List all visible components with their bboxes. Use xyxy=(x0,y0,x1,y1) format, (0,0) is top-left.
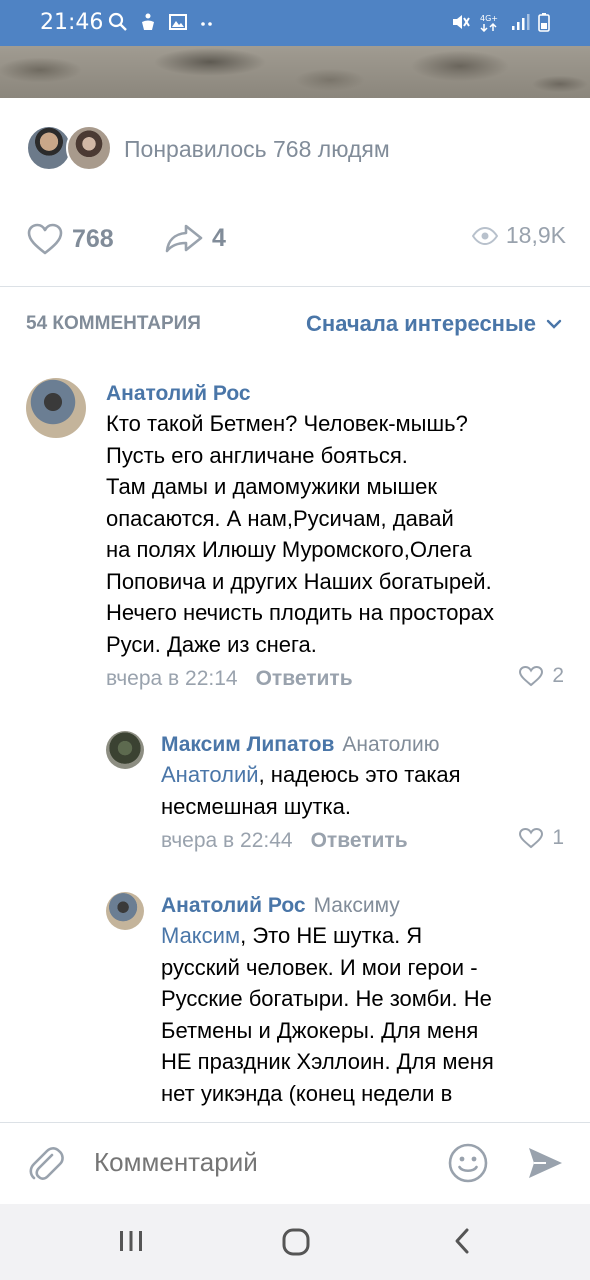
comment-time: вчера в 22:14 xyxy=(106,667,238,690)
like-button[interactable]: 768 xyxy=(26,222,114,256)
status-time: 21:46 xyxy=(40,10,104,35)
comment-line: Поповича и других Наших богатырей. xyxy=(106,568,492,594)
liked-by-row[interactable]: Понравилось 768 людям xyxy=(26,124,390,174)
comment-line: Там дамы и дамомужики мышек xyxy=(106,474,437,499)
status-right-icons: 4G+ xyxy=(450,12,550,33)
comment-composer xyxy=(0,1122,590,1204)
comment-like-button[interactable]: 2 xyxy=(518,664,564,688)
heart-icon xyxy=(27,223,63,255)
image-icon xyxy=(168,12,188,32)
comment-line: НЕ праздник Хэллоин. Для меня xyxy=(161,1049,494,1074)
recent-apps-icon[interactable] xyxy=(116,1226,146,1261)
comment-text: Анатолий, надеюсь это такая несмешная шу… xyxy=(161,759,564,822)
like-count: 768 xyxy=(72,224,114,253)
comment-line-rest: , надеюсь это такая xyxy=(258,762,461,787)
comment-time: вчера в 22:44 xyxy=(161,829,293,852)
share-count: 4 xyxy=(212,223,226,252)
share-icon xyxy=(165,224,203,253)
comment-line: несмешная шутка. xyxy=(161,793,351,819)
comment-line: Нечего нечисть плодить на просторах xyxy=(106,600,494,625)
sort-dropdown[interactable]: Сначала интересные xyxy=(306,311,562,337)
status-left-icons xyxy=(108,12,218,32)
sort-label: Сначала интересные xyxy=(306,311,536,336)
home-icon[interactable] xyxy=(280,1226,312,1263)
divider xyxy=(0,286,590,287)
avatar[interactable] xyxy=(106,892,144,930)
views-count: 18,9K xyxy=(505,222,566,248)
post-photo[interactable]: 21:46 4G+ xyxy=(0,0,590,98)
comment-line: Максим, Это НЕ шутка. Я xyxy=(161,920,564,952)
heart-icon xyxy=(519,665,544,687)
search-icon xyxy=(108,12,128,32)
comment-line: опасаются. А нам,Русичам, давай xyxy=(106,505,454,531)
comment-text: Кто такой Бетмен? Человек-мышь? Пусть ег… xyxy=(106,408,564,660)
accessibility-icon xyxy=(138,12,158,32)
comment-author-name[interactable]: Максим Липатов xyxy=(161,733,334,756)
mention-link[interactable]: Максим xyxy=(161,923,240,948)
avatar[interactable] xyxy=(26,378,86,438)
comment-text: Максим, Это НЕ шутка. Я русский человек.… xyxy=(161,920,564,1109)
comment-input[interactable] xyxy=(94,1147,424,1178)
network-label: 4G+ xyxy=(480,14,498,23)
views-counter: 18,9K xyxy=(471,222,566,249)
reply-button[interactable]: Ответить xyxy=(311,829,408,853)
paperclip-icon[interactable] xyxy=(28,1145,64,1188)
liked-by-text: Понравилось 768 людям xyxy=(124,135,390,162)
comment-line: русский человек. И мои герои - xyxy=(161,954,478,980)
comment-meta: вчера в 22:44 Ответить 1 xyxy=(161,826,564,856)
reply-to-label[interactable]: Анатолию xyxy=(342,733,439,756)
comment-line: Анатолий, надеюсь это такая xyxy=(161,759,564,791)
comment-reply: Анатолий Рос Максиму Максим, Это НЕ шутка… xyxy=(106,892,564,1120)
network-4g-icon: 4G+ xyxy=(478,12,502,33)
comment-like-button[interactable]: 1 xyxy=(518,826,564,850)
status-bar: 21:46 4G+ xyxy=(0,0,590,46)
comment-line: Бетмены и Джокеры. Для меня xyxy=(161,1017,479,1043)
comment-line: Русские богатыри. Не зомби. Не xyxy=(161,986,492,1011)
comment-like-count: 2 xyxy=(552,664,564,687)
share-button[interactable]: 4 xyxy=(164,222,226,254)
liked-by-avatars xyxy=(26,125,114,173)
reply-button[interactable]: Ответить xyxy=(256,667,353,691)
comment-author: Максим Липатов Анатолию xyxy=(161,731,564,759)
chevron-down-icon xyxy=(546,319,562,329)
comment-author: Анатолий Рос Максиму xyxy=(161,892,564,920)
system-nav-bar xyxy=(0,1204,590,1280)
comment-meta: вчера в 22:14 Ответить 2 xyxy=(106,664,564,694)
comment-line-rest: , Это НЕ шутка. Я xyxy=(240,923,423,948)
comment-line: Пусть его англичане бояться. xyxy=(106,442,408,468)
comment-like-count: 1 xyxy=(552,826,564,849)
emoji-icon[interactable] xyxy=(446,1141,490,1190)
comments-header: 54 КОММЕНТАРИЯ Сначала интересные xyxy=(26,308,562,340)
reply-to-label[interactable]: Максиму xyxy=(314,894,400,917)
comment-line: нет уикэнда (конец недели в xyxy=(161,1080,453,1106)
eye-icon xyxy=(471,226,498,245)
battery-icon xyxy=(538,12,550,32)
comments-count: 54 КОММЕНТАРИЯ xyxy=(26,313,201,334)
more-dots-icon xyxy=(198,12,218,32)
comment-author-name[interactable]: Анатолий Рос xyxy=(161,894,306,917)
back-icon[interactable] xyxy=(448,1226,476,1261)
send-icon[interactable] xyxy=(526,1145,564,1186)
comment-line: на полях Илюшу Муромского,Олега xyxy=(106,537,472,562)
comment-author[interactable]: Анатолий Рос xyxy=(106,380,564,408)
mute-icon xyxy=(450,12,470,32)
comment-line: Кто такой Бетмен? Человек-мышь? xyxy=(106,411,468,436)
comment-line: Руси. Даже из снега. xyxy=(106,631,317,657)
heart-icon xyxy=(519,827,544,849)
post-actions: 768 4 18,9K xyxy=(26,222,566,262)
avatar xyxy=(66,125,112,171)
signal-icon xyxy=(510,12,530,32)
mention-link[interactable]: Анатолий xyxy=(161,762,259,787)
avatar[interactable] xyxy=(106,731,144,769)
